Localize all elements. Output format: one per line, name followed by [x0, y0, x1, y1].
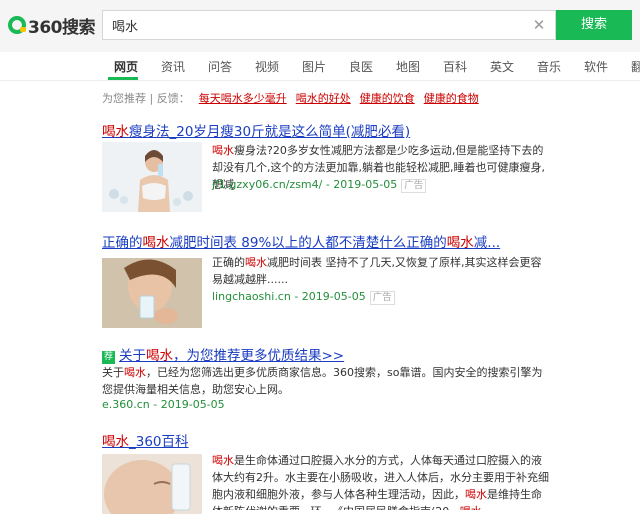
tab-news[interactable]: 资讯	[161, 58, 185, 75]
result-url[interactable]: jf1.gzxy06.cn/zsm4/ - 2019-05-05 广告	[212, 178, 427, 193]
logo-text: 360搜索	[28, 17, 96, 38]
logo-icon	[8, 16, 26, 34]
tabs-divider	[0, 80, 640, 81]
result-title[interactable]: 正确的喝水减肥时间表 89%以上的人都不清楚什么正确的喝水减...	[102, 231, 500, 251]
result-thumbnail[interactable]	[102, 454, 202, 514]
tab-baike[interactable]: 百科	[443, 58, 467, 75]
result-title[interactable]: 喝水_360百科	[102, 430, 189, 450]
search-result: 荐关于喝水，为您推荐更多优质结果>> 关于喝水，已经为您筛选出更多优质商家信息。…	[102, 344, 562, 414]
search-result: 正确的喝水减肥时间表 89%以上的人都不清楚什么正确的喝水减... 正确的喝水减…	[102, 231, 562, 331]
result-thumbnail[interactable]	[102, 142, 202, 212]
search-result: 喝水瘦身法_20岁月瘦30斤就是这么简单(减肥必看) 喝水瘦身法?20多岁女性减…	[102, 120, 562, 220]
result-thumbnail[interactable]	[102, 258, 202, 328]
recommend-link[interactable]: 喝水的好处	[296, 92, 351, 105]
tab-software[interactable]: 软件	[584, 58, 608, 75]
recommend-link[interactable]: 健康的饮食	[360, 92, 415, 105]
tab-music[interactable]: 音乐	[537, 58, 561, 75]
recommend-link[interactable]: 健康的食物	[424, 92, 479, 105]
logo[interactable]: 360搜索	[8, 12, 96, 38]
tab-images[interactable]: 图片	[302, 58, 326, 75]
tab-doctor[interactable]: 良医	[349, 58, 373, 75]
tab-video[interactable]: 视频	[255, 58, 279, 75]
tab-bar: 网页 资讯 问答 视频 图片 良医 地图 百科 英文 音乐 软件 翻	[0, 52, 640, 80]
result-snippet: 正确的喝水减肥时间表 坚持不了几天,又恢复了原样,其实这样会更容易越减越胖...…	[212, 256, 542, 286]
tab-web[interactable]: 网页	[114, 58, 138, 75]
clear-icon[interactable]: ✕	[531, 17, 547, 33]
result-title[interactable]: 喝水瘦身法_20岁月瘦30斤就是这么简单(减肥必看)	[102, 120, 410, 140]
result-url[interactable]: lingchaoshi.cn - 2019-05-05 广告	[212, 290, 395, 305]
result-snippet: 喝水是生命体通过口腔摄入水分的方式，人体每天通过口腔摄入的液体大约有2升。水主要…	[212, 454, 549, 510]
tab-map[interactable]: 地图	[396, 58, 420, 75]
search-button[interactable]: 搜索	[556, 10, 632, 40]
recommend-badge-icon: 荐	[102, 351, 115, 364]
search-result: 喝水_360百科 喝水是生命体通过口腔摄入水分的方式，人体每天通过口腔摄入的液体…	[102, 430, 562, 514]
ad-badge: 广告	[369, 291, 395, 305]
ad-badge: 广告	[401, 179, 427, 193]
search-input[interactable]	[103, 11, 532, 39]
result-url[interactable]: e.360.cn - 2019-05-05	[102, 398, 225, 411]
recommend-bar: 为您推荐 | 反馈： 每天喝水多少毫升 喝水的好处 健康的饮食 健康的食物	[102, 90, 479, 106]
tab-english[interactable]: 英文	[490, 58, 514, 75]
recommend-label: 为您推荐 | 反馈：	[102, 92, 190, 105]
top-bar: 360搜索 ✕ 搜索	[0, 0, 640, 53]
result-snippet: 关于喝水，已经为您筛选出更多优质商家信息。360搜索，so靠谱。国内安全的搜索引…	[102, 366, 543, 396]
tab-translate[interactable]: 翻	[631, 58, 640, 75]
result-title[interactable]: 荐关于喝水，为您推荐更多优质结果>>	[102, 344, 344, 364]
tab-qa[interactable]: 问答	[208, 58, 232, 75]
search-box: ✕	[102, 10, 556, 40]
recommend-link[interactable]: 每天喝水多少毫升	[199, 92, 287, 105]
